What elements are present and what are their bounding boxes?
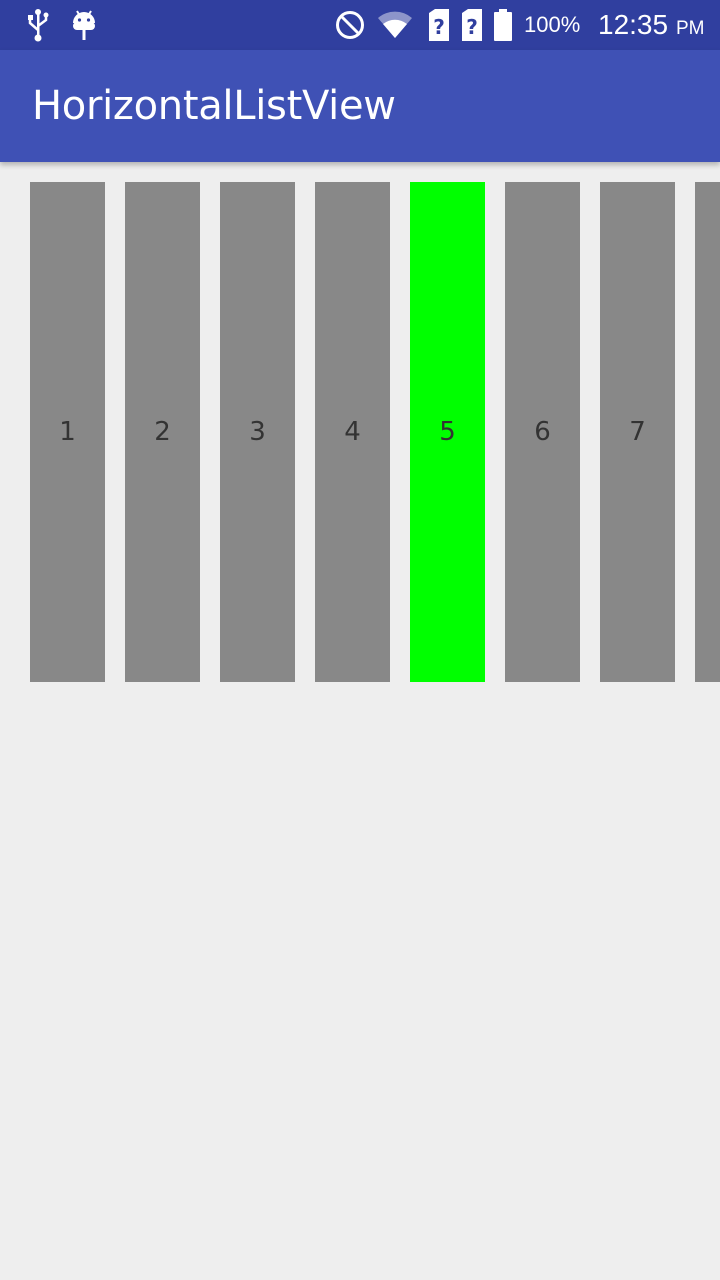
app-bar: HorizontalListView [0, 50, 720, 162]
list-item[interactable]: 7 [600, 182, 675, 682]
android-debug-icon [70, 0, 98, 50]
list-item[interactable]: 1 [30, 182, 105, 682]
battery-percent: 100% [524, 12, 581, 37]
list-item[interactable]: 8 [695, 182, 720, 682]
svg-text:?: ? [433, 15, 445, 39]
list-item[interactable]: 4 [315, 182, 390, 682]
unknown-sim-icon: ? [459, 0, 485, 50]
usb-icon [24, 0, 52, 50]
battery-icon [491, 0, 515, 50]
status-ampm: PM [676, 18, 705, 39]
wifi-icon [376, 0, 414, 50]
list-item[interactable]: 5 [410, 182, 485, 682]
list-item[interactable]: 6 [505, 182, 580, 682]
unknown-sim-icon: ? [426, 0, 452, 50]
do-not-disturb-icon [334, 0, 366, 50]
list-item[interactable]: 3 [220, 182, 295, 682]
svg-text:?: ? [466, 15, 478, 39]
page-title: HorizontalListView [32, 83, 396, 129]
list-item[interactable]: 2 [125, 182, 200, 682]
status-time: 12:35 [598, 9, 669, 40]
horizontal-list-view[interactable]: 12345678 [0, 162, 720, 702]
status-bar: ? ? 100% 12:35 PM [0, 0, 720, 50]
